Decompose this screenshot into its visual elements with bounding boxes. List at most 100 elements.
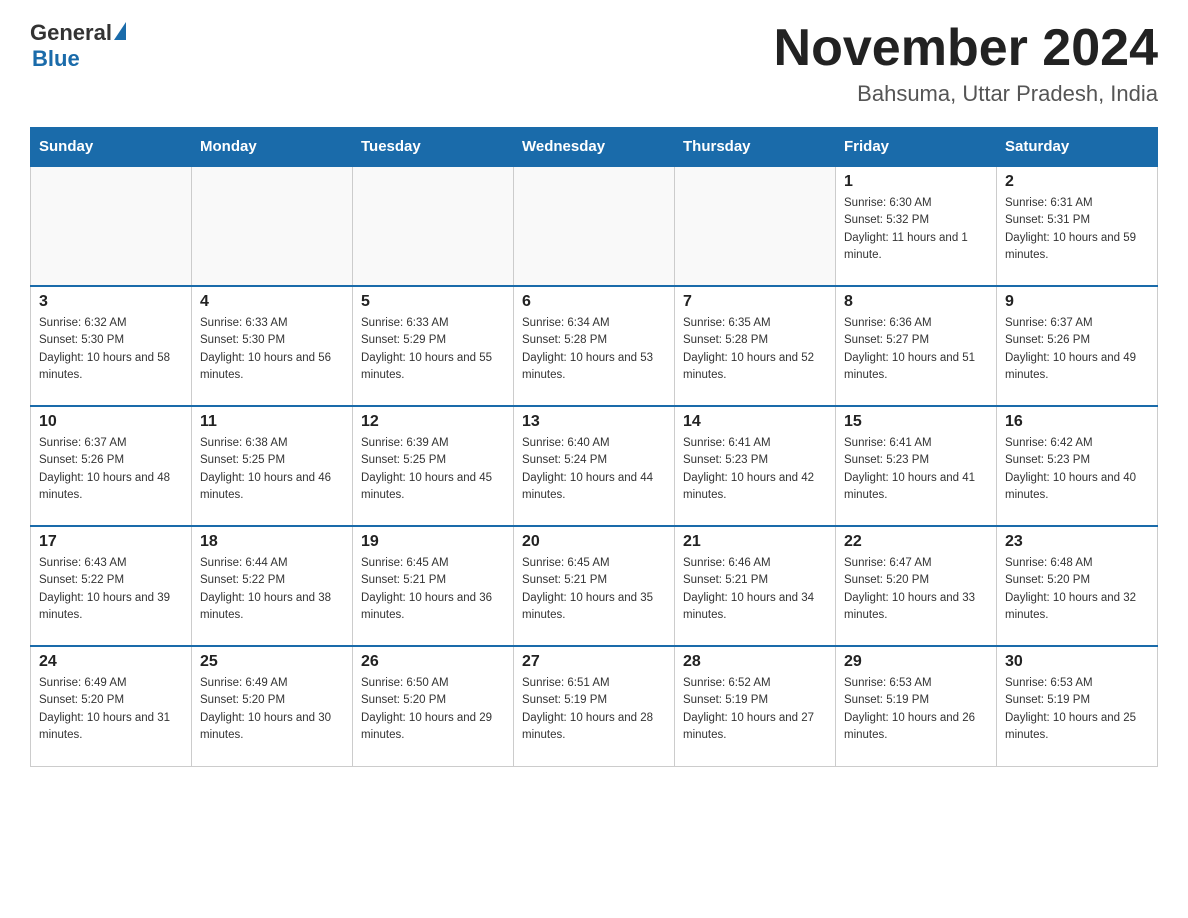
day-number: 1: [844, 173, 988, 191]
sun-info: Sunrise: 6:45 AMSunset: 5:21 PMDaylight:…: [361, 555, 505, 624]
week-row: 24 Sunrise: 6:49 AMSunset: 5:20 PMDayligh…: [31, 646, 1158, 766]
week-row: 3 Sunrise: 6:32 AMSunset: 5:30 PMDaylight…: [31, 286, 1158, 406]
calendar-cell: 9Sunrise: 6:37 AMSunset: 5:26 PMDaylight…: [997, 286, 1158, 406]
day-header-thursday: Thursday: [675, 128, 836, 167]
day-number: 28: [683, 653, 827, 671]
day-header-monday: Monday: [192, 128, 353, 167]
sun-info: Sunrise: 6:50 AMSunset: 5:20 PMDaylight:…: [361, 675, 505, 744]
calendar-cell: 17 Sunrise: 6:43 AMSunset: 5:22 PMDayligh…: [31, 526, 192, 646]
calendar-cell: 19 Sunrise: 6:45 AMSunset: 5:21 PMDayligh…: [353, 526, 514, 646]
sun-info: Sunrise: 6:46 AMSunset: 5:21 PMDaylight:…: [683, 555, 827, 624]
day-number: 23: [1005, 533, 1149, 551]
calendar-cell: [31, 166, 192, 286]
day-number: 2: [1005, 173, 1149, 191]
calendar-cell: 13 Sunrise: 6:40 AMSunset: 5:24 PMDayligh…: [514, 406, 675, 526]
sun-info: Sunrise: 6:40 AMSunset: 5:24 PMDaylight:…: [522, 435, 666, 504]
sun-info: Sunrise: 6:49 AMSunset: 5:20 PMDaylight:…: [39, 675, 183, 744]
sun-info: Sunrise: 6:43 AMSunset: 5:22 PMDaylight:…: [39, 555, 183, 624]
day-number: 6: [522, 293, 666, 311]
logo-triangle-icon: [114, 22, 126, 40]
calendar-cell: 23 Sunrise: 6:48 AMSunset: 5:20 PMDayligh…: [997, 526, 1158, 646]
day-number: 10: [39, 413, 183, 431]
week-row: 1 Sunrise: 6:30 AMSunset: 5:32 PMDaylight…: [31, 166, 1158, 286]
sun-info: Sunrise: 6:37 AMSunset: 5:26 PMDaylight:…: [1005, 315, 1149, 384]
calendar-cell: 12Sunrise: 6:39 AMSunset: 5:25 PMDayligh…: [353, 406, 514, 526]
sun-info: Sunrise: 6:33 AMSunset: 5:29 PMDaylight:…: [361, 315, 505, 384]
day-number: 18: [200, 533, 344, 551]
sun-info: Sunrise: 6:33 AMSunset: 5:30 PMDaylight:…: [200, 315, 344, 384]
calendar-cell: 30 Sunrise: 6:53 AMSunset: 5:19 PMDayligh…: [997, 646, 1158, 766]
day-number: 24: [39, 653, 183, 671]
calendar-cell: [675, 166, 836, 286]
calendar-cell: 2Sunrise: 6:31 AMSunset: 5:31 PMDaylight…: [997, 166, 1158, 286]
day-number: 3: [39, 293, 183, 311]
sun-info: Sunrise: 6:49 AMSunset: 5:20 PMDaylight:…: [200, 675, 344, 744]
sun-info: Sunrise: 6:51 AMSunset: 5:19 PMDaylight:…: [522, 675, 666, 744]
calendar-cell: 22 Sunrise: 6:47 AMSunset: 5:20 PMDayligh…: [836, 526, 997, 646]
calendar-cell: 3 Sunrise: 6:32 AMSunset: 5:30 PMDaylight…: [31, 286, 192, 406]
sun-info: Sunrise: 6:47 AMSunset: 5:20 PMDaylight:…: [844, 555, 988, 624]
calendar-cell: 28 Sunrise: 6:52 AMSunset: 5:19 PMDayligh…: [675, 646, 836, 766]
day-number: 27: [522, 653, 666, 671]
day-number: 20: [522, 533, 666, 551]
calendar-cell: 20Sunrise: 6:45 AMSunset: 5:21 PMDayligh…: [514, 526, 675, 646]
sun-info: Sunrise: 6:53 AMSunset: 5:19 PMDaylight:…: [844, 675, 988, 744]
sun-info: Sunrise: 6:39 AMSunset: 5:25 PMDaylight:…: [361, 435, 505, 504]
day-number: 30: [1005, 653, 1149, 671]
day-number: 17: [39, 533, 183, 551]
calendar-cell: 15Sunrise: 6:41 AMSunset: 5:23 PMDayligh…: [836, 406, 997, 526]
sun-info: Sunrise: 6:30 AMSunset: 5:32 PMDaylight:…: [844, 195, 988, 264]
sun-info: Sunrise: 6:34 AMSunset: 5:28 PMDaylight:…: [522, 315, 666, 384]
calendar-cell: 8 Sunrise: 6:36 AMSunset: 5:27 PMDaylight…: [836, 286, 997, 406]
day-number: 8: [844, 293, 988, 311]
calendar-cell: 27 Sunrise: 6:51 AMSunset: 5:19 PMDayligh…: [514, 646, 675, 766]
day-number: 13: [522, 413, 666, 431]
sun-info: Sunrise: 6:36 AMSunset: 5:27 PMDaylight:…: [844, 315, 988, 384]
day-header-wednesday: Wednesday: [514, 128, 675, 167]
day-number: 19: [361, 533, 505, 551]
sun-info: Sunrise: 6:53 AMSunset: 5:19 PMDaylight:…: [1005, 675, 1149, 744]
sun-info: Sunrise: 6:38 AMSunset: 5:25 PMDaylight:…: [200, 435, 344, 504]
sun-info: Sunrise: 6:44 AMSunset: 5:22 PMDaylight:…: [200, 555, 344, 624]
calendar-cell: 10 Sunrise: 6:37 AMSunset: 5:26 PMDayligh…: [31, 406, 192, 526]
day-header-saturday: Saturday: [997, 128, 1158, 167]
calendar-cell: 11 Sunrise: 6:38 AMSunset: 5:25 PMDayligh…: [192, 406, 353, 526]
sun-info: Sunrise: 6:41 AMSunset: 5:23 PMDaylight:…: [683, 435, 827, 504]
day-header-friday: Friday: [836, 128, 997, 167]
day-number: 21: [683, 533, 827, 551]
logo-blue-text: Blue: [32, 46, 80, 71]
day-number: 4: [200, 293, 344, 311]
calendar-cell: 16 Sunrise: 6:42 AMSunset: 5:23 PMDayligh…: [997, 406, 1158, 526]
day-header-tuesday: Tuesday: [353, 128, 514, 167]
day-number: 29: [844, 653, 988, 671]
day-number: 11: [200, 413, 344, 431]
day-number: 16: [1005, 413, 1149, 431]
calendar-cell: 7 Sunrise: 6:35 AMSunset: 5:28 PMDaylight…: [675, 286, 836, 406]
day-number: 22: [844, 533, 988, 551]
title-area: November 2024 Bahsuma, Uttar Pradesh, In…: [774, 20, 1158, 107]
month-title: November 2024: [774, 20, 1158, 77]
day-number: 25: [200, 653, 344, 671]
calendar-cell: [192, 166, 353, 286]
calendar-cell: 5Sunrise: 6:33 AMSunset: 5:29 PMDaylight…: [353, 286, 514, 406]
calendar-cell: 26 Sunrise: 6:50 AMSunset: 5:20 PMDayligh…: [353, 646, 514, 766]
calendar-cell: 18 Sunrise: 6:44 AMSunset: 5:22 PMDayligh…: [192, 526, 353, 646]
day-number: 26: [361, 653, 505, 671]
calendar-cell: 14Sunrise: 6:41 AMSunset: 5:23 PMDayligh…: [675, 406, 836, 526]
day-number: 7: [683, 293, 827, 311]
sun-info: Sunrise: 6:42 AMSunset: 5:23 PMDaylight:…: [1005, 435, 1149, 504]
week-row: 17 Sunrise: 6:43 AMSunset: 5:22 PMDayligh…: [31, 526, 1158, 646]
sun-info: Sunrise: 6:48 AMSunset: 5:20 PMDaylight:…: [1005, 555, 1149, 624]
calendar-cell: 24 Sunrise: 6:49 AMSunset: 5:20 PMDayligh…: [31, 646, 192, 766]
sun-info: Sunrise: 6:37 AMSunset: 5:26 PMDaylight:…: [39, 435, 183, 504]
sun-info: Sunrise: 6:35 AMSunset: 5:28 PMDaylight:…: [683, 315, 827, 384]
calendar-table: SundayMondayTuesdayWednesdayThursdayFrid…: [30, 127, 1158, 767]
sun-info: Sunrise: 6:52 AMSunset: 5:19 PMDaylight:…: [683, 675, 827, 744]
calendar-cell: 29 Sunrise: 6:53 AMSunset: 5:19 PMDayligh…: [836, 646, 997, 766]
sun-info: Sunrise: 6:41 AMSunset: 5:23 PMDaylight:…: [844, 435, 988, 504]
day-header-sunday: Sunday: [31, 128, 192, 167]
sun-info: Sunrise: 6:32 AMSunset: 5:30 PMDaylight:…: [39, 315, 183, 384]
calendar-cell: [353, 166, 514, 286]
logo-general-text: General: [30, 20, 112, 46]
calendar-cell: 25 Sunrise: 6:49 AMSunset: 5:20 PMDayligh…: [192, 646, 353, 766]
